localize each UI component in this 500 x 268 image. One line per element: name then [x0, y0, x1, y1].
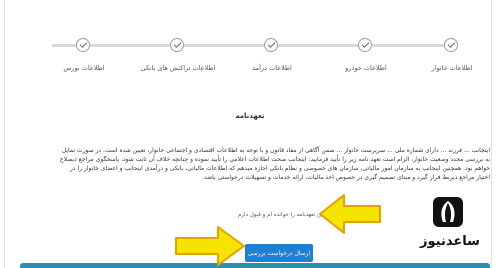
- check-circle-icon: [264, 38, 278, 52]
- step-vehicle[interactable]: [358, 38, 374, 54]
- step-label-bourse: اطلاعات بورس: [63, 64, 105, 72]
- step-bank-transactions[interactable]: [170, 38, 186, 54]
- step-label-vehicle: اطلاعات خودرو: [345, 64, 387, 72]
- submit-review-button[interactable]: ارسال درخواست بررسی: [245, 244, 313, 262]
- step-income[interactable]: [264, 38, 280, 54]
- check-circle-icon: [170, 38, 184, 52]
- progress-stepper: اطلاعات بورس اطلاعات تراکنش های بانکی اط…: [0, 0, 500, 90]
- bottom-panel-edge: [20, 263, 490, 268]
- watermark-text: ساعدنیوز: [420, 234, 480, 249]
- page-title: تعهدنامه: [235, 112, 265, 120]
- step-label-bank-transactions: اطلاعات تراکنش های بانکی: [140, 64, 216, 72]
- yellow-arrow-icon: [175, 226, 245, 266]
- agreement-checkbox-label[interactable]: متن تعهدنامه را خوانده ام و قبول دارم: [238, 212, 326, 218]
- commitment-text: اینجانب ... فرزند ... دارای شماره ملی ..…: [59, 147, 490, 181]
- yellow-arrow-icon: [319, 194, 381, 234]
- check-circle-icon: [76, 38, 90, 52]
- step-label-income: اطلاعات درآمد: [252, 64, 292, 72]
- step-bourse[interactable]: [76, 38, 92, 54]
- step-label-household: اطلاعات خانوار: [431, 64, 473, 72]
- stepper-line: [52, 44, 452, 47]
- check-circle-icon: [358, 38, 372, 52]
- check-circle-icon: [444, 38, 458, 52]
- feather-logo-icon: [433, 197, 463, 227]
- step-household[interactable]: [444, 38, 460, 54]
